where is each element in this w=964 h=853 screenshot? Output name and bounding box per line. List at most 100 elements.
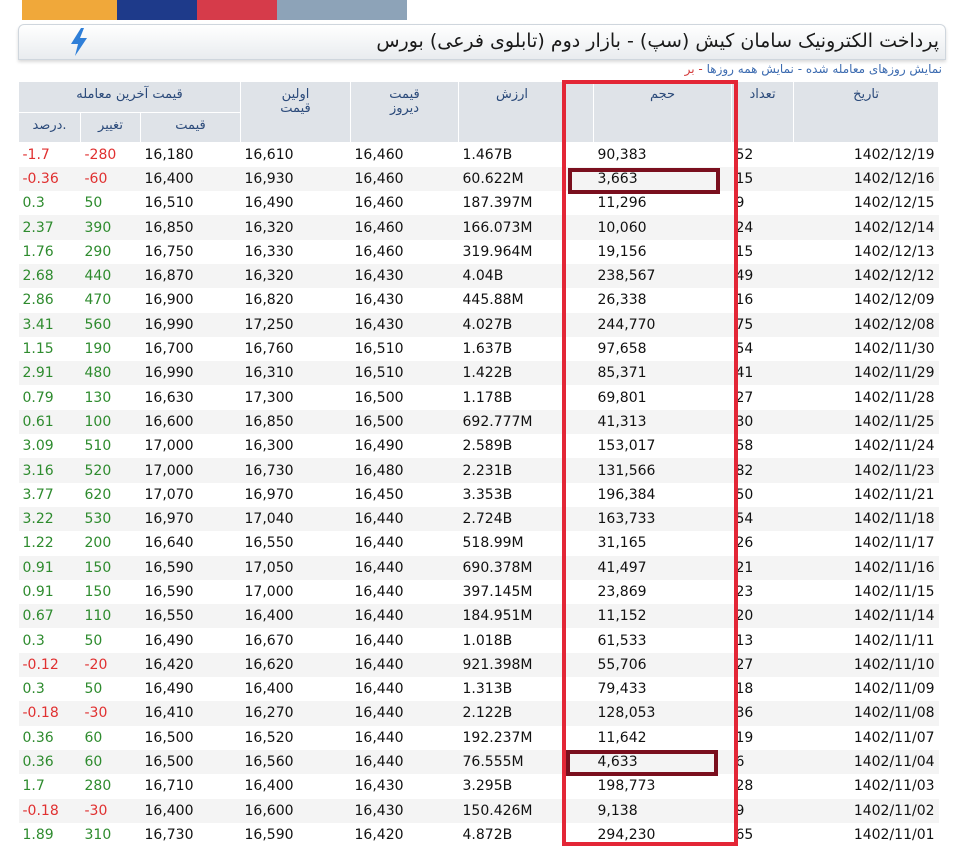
price-cell: 16,490 [144, 681, 194, 698]
table-row[interactable]: 2.91 480 16,990 16,310 16,510 1.422B 85,371 41 1… [18, 361, 939, 386]
spacer-cell [565, 312, 594, 337]
value-cell: 187.397M [462, 195, 533, 212]
table-row[interactable]: 2.86 470 16,900 16,820 16,430 445.88M 26,338 16… [19, 288, 939, 312]
yesterday-price-cell: 16,430 [354, 292, 404, 309]
volume-cell: 41,497 [593, 555, 732, 580]
percent-cell: 3.77 [22, 486, 54, 503]
date-cell: 1402/11/16 [793, 555, 939, 580]
volume-cell: 198,773 [597, 778, 656, 795]
table-row[interactable]: 2.68 440 16,870 16,320 16,430 4.04B 238,567 49 1… [18, 263, 939, 289]
table-row[interactable]: 0.3 50 16,490 16,400 16,440 1.313B 79,433 18 140… [19, 677, 939, 701]
value-cell: 4.872B [462, 826, 513, 843]
yesterday-price-cell: 16,460 [350, 166, 459, 192]
value-cell: 1.467B [462, 146, 513, 163]
count-cell: 36 [731, 701, 794, 726]
spacer-cell [566, 337, 594, 361]
spacer-cell [565, 701, 594, 726]
date-cell: 1402/11/07 [853, 729, 935, 746]
table-row[interactable]: 1.89 310 16,730 16,590 16,420 4.872B 294,230 65… [19, 823, 939, 847]
yesterday-price-cell: 16,440 [354, 681, 404, 698]
first-price-cell: 16,520 [244, 729, 294, 746]
table-row[interactable]: 0.3 50 16,490 16,670 16,440 1.018B 61,533 13 140… [19, 628, 939, 652]
volume-cell: 3,663 [593, 166, 732, 192]
count-cell: 65 [735, 826, 754, 843]
change-header: تغییر [80, 112, 141, 143]
price-cell: 17,000 [140, 458, 241, 483]
trade-days-link[interactable]: نمایش روزهای معامله شده [806, 62, 942, 76]
price-cell: 16,990 [140, 361, 241, 386]
yesterday-price-cell: 16,500 [350, 409, 459, 435]
yesterday-price-cell: 16,440 [354, 583, 404, 600]
first-price-cell: 16,320 [240, 263, 351, 289]
table-row[interactable]: 3.16 520 17,000 16,730 16,480 2.231B 131,566 82… [18, 458, 939, 483]
count-cell: 20 [731, 604, 794, 629]
count-header: تعداد [731, 81, 795, 143]
table-row[interactable]: 0.36 60 16,500 16,560 16,440 76.555M 4,633 6 140… [18, 749, 939, 775]
table-row[interactable]: 1.76 290 16,750 16,330 16,460 319.964M 19,156 1… [19, 240, 939, 264]
yesterday-price-cell: 16,460 [354, 243, 404, 260]
first-price-cell: 16,310 [240, 361, 351, 386]
price-cell: 16,970 [140, 506, 241, 532]
table-row[interactable]: 1.15 190 16,700 16,760 16,510 1.637B 97,658 54 1… [19, 337, 939, 361]
price-cell: 16,710 [144, 778, 194, 795]
price-cell: 16,600 [140, 409, 241, 435]
table-row[interactable]: 0.3 50 16,510 16,490 16,460 187.397M 11,296 9 14… [19, 191, 939, 215]
table-row[interactable]: 0.91 150 16,590 17,000 16,440 397.145M 23,869 2… [19, 580, 939, 604]
table-row[interactable]: -0.12 -20 16,420 16,620 16,440 921.398M 55,706… [18, 652, 939, 678]
date-cell: 1402/12/08 [793, 312, 939, 337]
all-days-link[interactable]: نمایش همه روزها [707, 62, 794, 76]
price-cell: 16,550 [140, 604, 241, 629]
table-row[interactable]: -0.36 -60 16,400 16,930 16,460 60.622M 3,663 15… [18, 166, 939, 192]
first-price-cell: 16,970 [244, 486, 294, 503]
change-cell: 530 [80, 506, 141, 532]
yesterday-price-cell: 16,440 [350, 604, 459, 629]
table-row[interactable]: -0.18 -30 16,400 16,600 16,430 150.426M 9,138 9… [18, 798, 939, 823]
table-row[interactable]: 3.09 510 17,000 16,300 16,490 2.589B 153,017 58… [19, 434, 939, 458]
table-row[interactable]: 0.61 100 16,600 16,850 16,500 692.777M 41,313 3… [18, 409, 939, 435]
count-cell: 24 [731, 215, 794, 240]
change-cell: 50 [84, 195, 103, 212]
yesterday-price-cell: 16,420 [354, 826, 404, 843]
yesterday-price-cell: 16,440 [354, 535, 404, 552]
change-cell: 470 [84, 292, 112, 309]
spacer-header [565, 81, 595, 143]
price-cell: 16,850 [140, 215, 241, 240]
table-row[interactable]: 3.41 560 16,990 17,250 16,430 4.027B 244,770 75… [18, 312, 939, 337]
table-row[interactable]: 0.36 60 16,500 16,520 16,440 192.237M 11,642 19… [19, 726, 939, 750]
table-row[interactable]: 3.77 620 17,070 16,970 16,450 3.353B 196,384 50… [19, 483, 939, 507]
table-row[interactable]: 1.22 200 16,640 16,550 16,440 518.99M 31,165 26… [19, 531, 939, 555]
price-cell: 16,590 [140, 555, 241, 580]
change-cell: 520 [80, 458, 141, 483]
change-cell: -60 [80, 166, 141, 192]
spacer-cell [565, 263, 594, 289]
price-cell: 16,700 [144, 341, 194, 358]
table-row[interactable]: 2.37 390 16,850 16,320 16,460 166.073M 10,060 2… [18, 215, 939, 240]
first-price-cell: 17,000 [244, 583, 294, 600]
yesterday-price-cell: 16,460 [354, 146, 404, 163]
table-row[interactable]: 0.91 150 16,590 17,050 16,440 690.378M 41,497 2… [18, 555, 939, 580]
value-cell: 192.237M [462, 729, 533, 746]
change-cell: 200 [84, 535, 112, 552]
table-row[interactable]: 0.67 110 16,550 16,400 16,440 184.951M 11,152 2… [18, 604, 939, 629]
yesterday-price-cell: 16,430 [350, 312, 459, 337]
cut-link[interactable]: - بر [685, 62, 703, 76]
change-cell: 510 [84, 438, 112, 455]
percent-cell: 1.7 [22, 778, 45, 795]
yesterday-price-cell: 16,440 [354, 632, 404, 649]
count-cell: 26 [735, 535, 754, 552]
yesterday-price-cell: 16,450 [354, 486, 404, 503]
change-cell: -20 [80, 652, 141, 678]
link-separator: - [797, 62, 803, 76]
table-row[interactable]: 1.7 280 16,710 16,400 16,430 3.295B 198,773 28 1… [19, 774, 939, 798]
table-row[interactable]: 0.79 130 16,630 17,300 16,500 1.178B 69,801 27 1… [19, 385, 939, 409]
yesterday-price-cell: 16,510 [350, 361, 459, 386]
table-row[interactable]: -0.18 -30 16,410 16,270 16,440 2.122B 128,053 3… [18, 701, 939, 726]
first-price-cell: 16,320 [240, 215, 351, 240]
date-cell: 1402/11/03 [853, 778, 935, 795]
table-row[interactable]: 3.22 530 16,970 17,040 16,440 2.724B 163,733 54… [18, 506, 939, 532]
change-cell: 110 [80, 604, 141, 629]
date-cell: 1402/12/14 [793, 215, 939, 240]
volume-cell: 196,384 [597, 486, 656, 503]
table-row[interactable]: -1.7 -280 16,180 16,610 16,460 1.467B 90,383 52… [19, 143, 939, 167]
volume-cell: 11,296 [597, 195, 647, 212]
